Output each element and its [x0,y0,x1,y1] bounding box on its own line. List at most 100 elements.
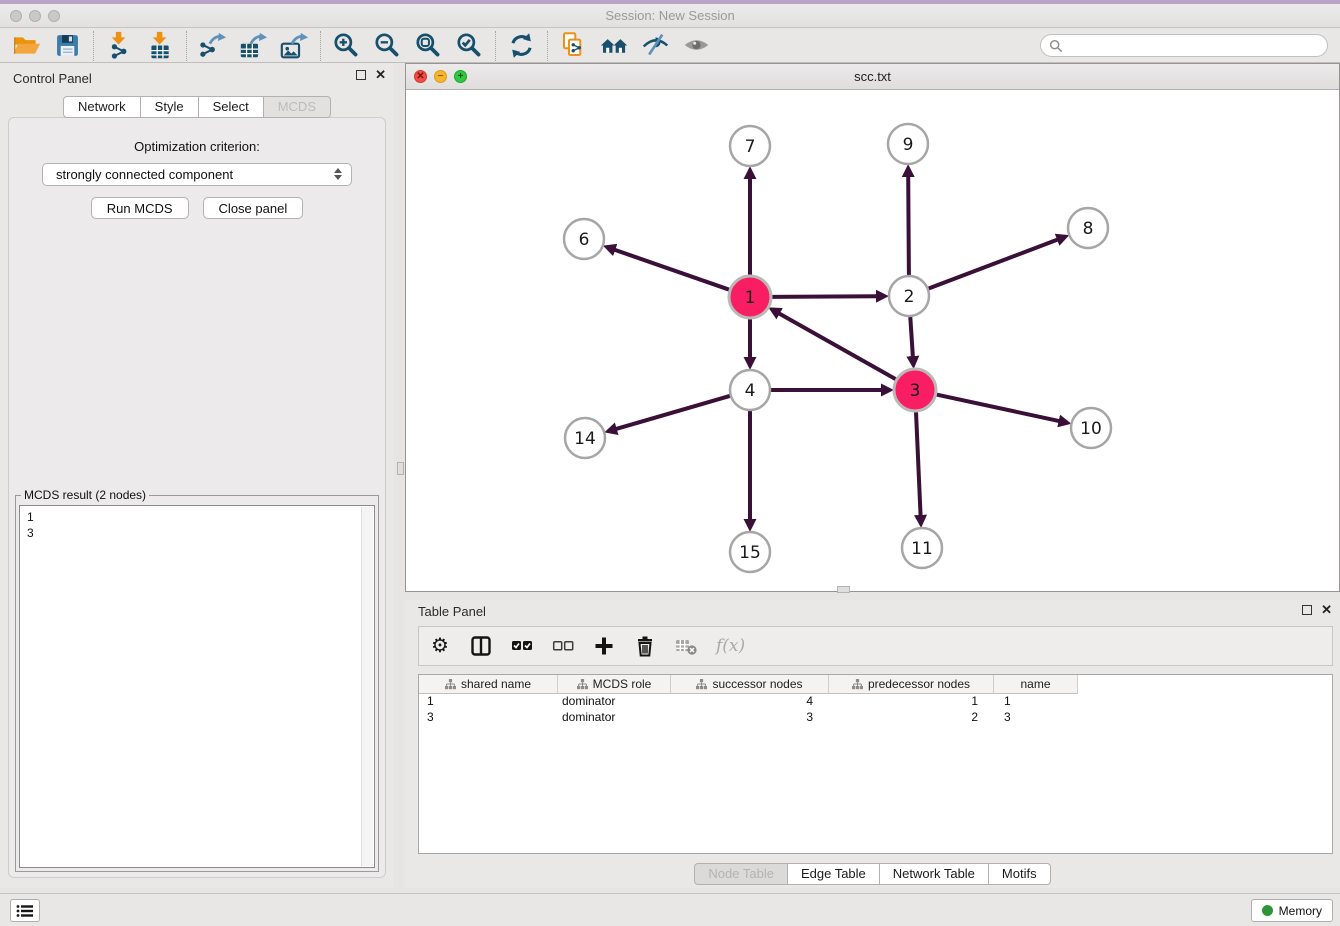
select-all-button[interactable] [511,634,533,658]
edge-2-8[interactable] [929,239,1059,288]
export-image-button[interactable] [274,30,315,62]
zoom-in-icon [332,31,361,60]
task-history-button[interactable] [10,899,40,922]
edge-3-1[interactable] [779,313,896,379]
network-canvas[interactable]: 7 9 6 8 1 2 4 3 14 10 15 11 [406,90,1339,591]
table-cell[interactable]: 1 [419,694,558,710]
node-6[interactable]: 6 [564,219,604,259]
node-10[interactable]: 10 [1071,408,1111,448]
column-header-successor-nodes[interactable]: successor nodes [671,675,829,694]
add-row-button[interactable] [593,634,615,658]
select-all-icon [511,635,533,657]
result-scrollbar[interactable] [361,507,373,866]
dropdown-selected-value: strongly connected component [56,167,233,182]
zoom-in-button[interactable] [326,30,367,62]
run-mcds-button[interactable]: Run MCDS [91,197,189,219]
float-panel-icon[interactable] [356,70,366,80]
table-cell[interactable]: 2 [829,710,994,726]
import-table-button[interactable] [140,30,181,62]
zoom-fit-button[interactable] [408,30,449,62]
tab-network[interactable]: Network [63,96,141,118]
mcds-result-list[interactable]: 13 [19,505,375,868]
tab-node-table[interactable]: Node Table [694,863,788,885]
delete-row-button[interactable] [634,634,656,658]
tab-motifs[interactable]: Motifs [989,863,1051,885]
import-network-button[interactable] [99,30,140,62]
copy-network-button[interactable] [553,30,594,62]
control-panel-tabs: NetworkStyleSelectMCDS [0,96,394,118]
open-folder-button[interactable] [6,30,47,62]
export-network-button[interactable] [192,30,233,62]
toolbar-separator [93,31,94,61]
table-cell[interactable]: 4 [671,694,829,710]
zoom-out-button[interactable] [367,30,408,62]
table-cell[interactable]: dominator [558,694,671,710]
node-4[interactable]: 4 [730,370,770,410]
table-cell[interactable]: 1 [994,694,1078,710]
refresh-layout-button[interactable] [501,30,542,62]
show-eye-button[interactable] [676,30,717,62]
table-header-row: shared nameMCDS rolesuccessor nodesprede… [419,675,1332,694]
table-row[interactable]: 1dominator411 [419,694,1332,710]
zoom-selected-button[interactable] [449,30,490,62]
table-cell[interactable]: 1 [829,694,994,710]
network-graph[interactable]: 7 9 6 8 1 2 4 3 14 10 15 11 [406,90,1339,591]
mcds-tab-content: Optimization criterion: strongly connect… [8,117,386,878]
table-cell[interactable]: 3 [671,710,829,726]
edge-2-9[interactable] [908,176,909,275]
node-2[interactable]: 2 [889,276,929,316]
save-session-button[interactable] [47,30,88,62]
edge-4-14[interactable] [616,396,730,429]
table-cell[interactable]: 3 [419,710,558,726]
home-layout-icon [600,31,629,60]
close-table-panel-icon[interactable]: ✕ [1321,605,1332,615]
edge-1-2[interactable] [772,296,877,297]
gear-button[interactable]: ⚙ [429,634,451,658]
float-table-panel-icon[interactable] [1302,605,1312,615]
tab-network-table[interactable]: Network Table [880,863,989,885]
function-fx-button[interactable]: f(x) [716,634,745,658]
tab-edge-table[interactable]: Edge Table [788,863,880,885]
tab-style[interactable]: Style [141,96,199,118]
node-label: 15 [739,543,761,563]
node-9[interactable]: 9 [888,124,928,164]
close-panel-icon[interactable]: ✕ [375,70,386,80]
hide-panel-eye-button[interactable] [635,30,676,62]
edge-1-6[interactable] [614,250,729,290]
columns-icon [470,635,492,657]
node-label: 4 [745,381,756,401]
node-8[interactable]: 8 [1068,208,1108,248]
node-7[interactable]: 7 [730,126,770,166]
memory-button[interactable]: Memory [1251,899,1333,922]
tab-select[interactable]: Select [199,96,264,118]
close-panel-button[interactable]: Close panel [203,197,304,219]
column-type-icon [445,679,456,690]
table-cell[interactable]: dominator [558,710,671,726]
export-table-button[interactable] [233,30,274,62]
tab-mcds[interactable]: MCDS [264,96,331,118]
horizontal-split-handle[interactable] [837,586,850,593]
search-input[interactable] [1063,37,1327,55]
home-layout-button[interactable] [594,30,635,62]
edge-3-10[interactable] [937,395,1060,422]
edge-2-3[interactable] [910,317,913,357]
table-row[interactable]: 3dominator323 [419,710,1332,726]
vertical-split-handle[interactable] [397,462,404,475]
delete-table-button[interactable] [675,634,697,658]
columns-button[interactable] [470,634,492,658]
node-1[interactable]: 1 [729,276,771,318]
table-cell[interactable]: 3 [994,710,1078,726]
node-11[interactable]: 11 [902,528,942,568]
search-box[interactable] [1040,34,1328,57]
column-header-name[interactable]: name [994,675,1078,694]
edge-3-11[interactable] [916,412,921,516]
node-3[interactable]: 3 [894,369,936,411]
column-header-shared-name[interactable]: shared name [419,675,558,694]
node-15[interactable]: 15 [730,532,770,572]
column-header-predecessor-nodes[interactable]: predecessor nodes [829,675,994,694]
column-header-mcds-role[interactable]: MCDS role [558,675,671,694]
unselect-all-button[interactable] [552,634,574,658]
node-14[interactable]: 14 [565,418,605,458]
export-image-icon [280,31,309,60]
optimization-criterion-dropdown[interactable]: strongly connected component [42,163,352,186]
